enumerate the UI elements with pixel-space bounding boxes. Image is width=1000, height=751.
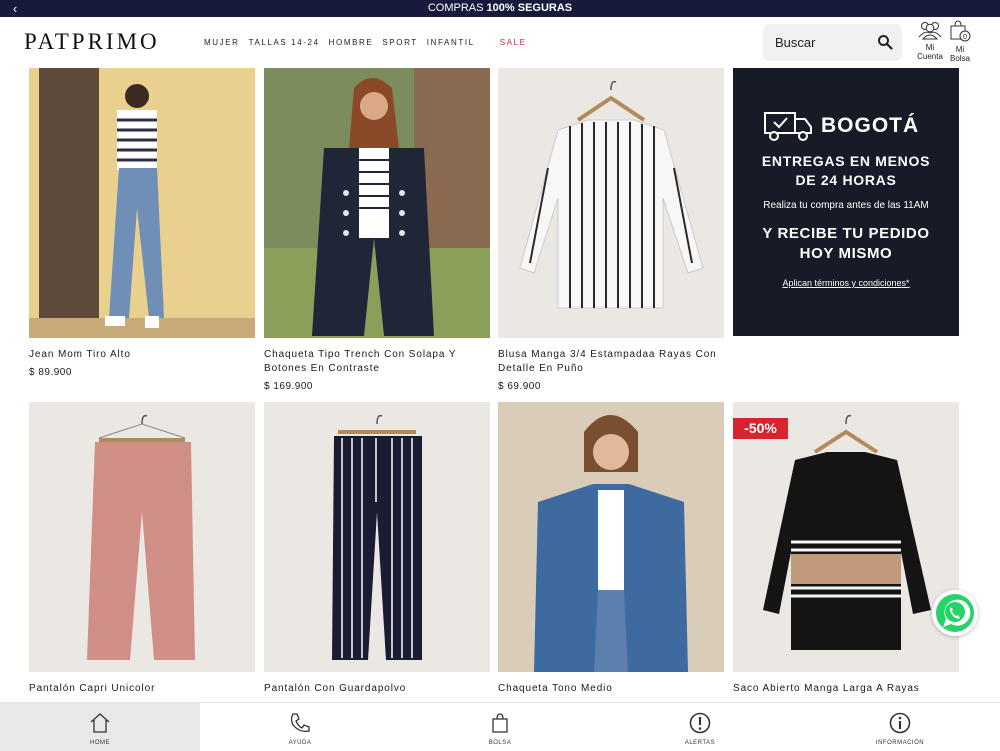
account-users-icon bbox=[918, 22, 942, 40]
product-price: $ 169.900 bbox=[264, 381, 313, 392]
nav-item-mujer[interactable]: MUJER bbox=[204, 38, 240, 47]
promo-terms-link[interactable]: Aplican términos y condiciones* bbox=[733, 278, 959, 288]
tab-home-label: HOME bbox=[90, 740, 110, 746]
product-card[interactable]: Pantalón Capri Unicolor bbox=[29, 402, 255, 696]
tab-home[interactable]: HOME bbox=[0, 703, 200, 751]
promo-headline-line-1: ENTREGAS EN MENOS bbox=[761, 153, 931, 169]
shopping-bag-icon: 0 bbox=[950, 20, 971, 42]
product-name[interactable]: Chaqueta Tono Medio bbox=[498, 682, 724, 696]
home-icon bbox=[90, 713, 110, 733]
product-image-trench[interactable] bbox=[264, 68, 490, 338]
top-banner-text-bold: 100% SEGURAS bbox=[486, 2, 573, 14]
search-input[interactable]: Buscar bbox=[763, 24, 902, 61]
product-name[interactable]: Pantalón Capri Unicolor bbox=[29, 682, 255, 696]
tab-bolsa[interactable]: BOLSA bbox=[400, 703, 600, 751]
nav-item-sale[interactable]: SALE bbox=[500, 38, 527, 47]
promo-callout: Y RECIBE TU PEDIDO HOY MISMO bbox=[733, 224, 959, 264]
product-card[interactable]: -50% Saco Abierto Manga Larga A Rayas bbox=[733, 402, 959, 696]
product-price: $ 89.900 bbox=[29, 367, 72, 378]
search-placeholder: Buscar bbox=[775, 35, 816, 50]
promo-headline: ENTREGAS EN MENOS DE 24 HORAS bbox=[733, 152, 959, 190]
promo-subtext: Realiza tu compra antes de las 11AM bbox=[763, 200, 929, 211]
product-photo bbox=[264, 68, 490, 338]
product-name[interactable]: Saco Abierto Manga Larga A Rayas bbox=[733, 682, 959, 696]
product-card[interactable]: Pantalón Con Guardapolvo bbox=[264, 402, 490, 696]
promo-city: BOGOTÁ bbox=[821, 114, 920, 137]
product-name[interactable]: Blusa Manga 3/4 Estampadaa Rayas Con Det… bbox=[498, 348, 724, 376]
tab-ayuda-label: AYUDA bbox=[288, 740, 312, 746]
product-image-jean[interactable] bbox=[29, 68, 255, 338]
tab-alertas-label: ALERTAS bbox=[684, 740, 716, 746]
main-nav: MUJER TALLAS 14-24 HOMBRE SPORT INFANTIL… bbox=[204, 38, 527, 47]
account-button[interactable]: Mi Cuenta bbox=[914, 19, 946, 61]
top-banner-text: COMPRAS bbox=[427, 2, 487, 14]
bag-count: 0 bbox=[963, 34, 967, 41]
product-photo bbox=[29, 68, 255, 338]
delivery-truck-icon bbox=[764, 112, 812, 141]
product-photo bbox=[87, 414, 195, 660]
product-card[interactable]: Chaqueta Tono Medio bbox=[498, 402, 724, 696]
header: PATPRIMO MUJER TALLAS 14-24 HOMBRE SPORT… bbox=[0, 17, 1000, 67]
bag-label-2: Bolsa bbox=[949, 54, 970, 63]
product-photo bbox=[332, 414, 422, 660]
product-card[interactable]: Chaqueta Tipo Trench Con Solapa Y Botone… bbox=[264, 68, 490, 392]
tab-informacion[interactable]: INFORMACIÓN bbox=[800, 703, 1000, 751]
alert-icon bbox=[689, 712, 711, 734]
account-label-2: Cuenta bbox=[917, 52, 943, 61]
product-name[interactable]: Pantalón Con Guardapolvo bbox=[264, 682, 490, 696]
top-banner: ‹ COMPRAS 100% SEGURAS bbox=[0, 0, 1000, 17]
product-card[interactable]: Jean Mom Tiro Alto $ 89.900 bbox=[29, 68, 255, 378]
product-image-blusa[interactable] bbox=[498, 68, 724, 338]
bag-icon bbox=[492, 713, 508, 733]
product-image-capri[interactable] bbox=[29, 402, 255, 672]
nav-item-infantil[interactable]: INFANTIL bbox=[427, 38, 475, 47]
back-arrow-icon[interactable]: ‹ bbox=[8, 0, 22, 17]
product-photo bbox=[498, 402, 724, 672]
account-label-1: Mi bbox=[925, 43, 935, 52]
search-icon[interactable] bbox=[877, 34, 893, 50]
tab-ayuda[interactable]: AYUDA bbox=[200, 703, 400, 751]
product-photo bbox=[519, 80, 704, 309]
site-logo[interactable]: PATPRIMO bbox=[24, 29, 160, 55]
promo-callout-line-1: Y RECIBE TU PEDIDO bbox=[762, 225, 930, 242]
whatsapp-button[interactable] bbox=[932, 590, 978, 636]
product-card[interactable]: Blusa Manga 3/4 Estampadaa Rayas Con Det… bbox=[498, 68, 724, 392]
promo-callout-line-2: HOY MISMO bbox=[799, 245, 893, 262]
tab-informacion-label: INFORMACIÓN bbox=[875, 740, 925, 746]
bag-label-1: Mi bbox=[955, 45, 965, 54]
product-image-saco-rayas[interactable]: -50% bbox=[733, 402, 959, 672]
info-icon bbox=[889, 712, 911, 734]
product-name[interactable]: Chaqueta Tipo Trench Con Solapa Y Botone… bbox=[264, 348, 490, 376]
tab-alertas[interactable]: ALERTAS bbox=[600, 703, 800, 751]
promo-headline-line-2: DE 24 HORAS bbox=[795, 172, 897, 188]
product-price: $ 69.900 bbox=[498, 381, 541, 392]
tab-bolsa-label: BOLSA bbox=[488, 740, 512, 746]
whatsapp-icon bbox=[936, 594, 974, 632]
nav-item-sport[interactable]: SPORT bbox=[382, 38, 417, 47]
bottom-tab-bar: HOME AYUDA BOLSA ALERTAS INFORMACIÓN bbox=[0, 702, 1000, 751]
nav-item-tallas[interactable]: TALLAS 14-24 bbox=[249, 38, 320, 47]
product-name[interactable]: Jean Mom Tiro Alto bbox=[29, 348, 255, 362]
discount-badge: -50% bbox=[733, 418, 788, 439]
product-photo bbox=[763, 414, 931, 650]
nav-item-hombre[interactable]: HOMBRE bbox=[329, 38, 374, 47]
promo-banner[interactable]: BOGOTÁ ENTREGAS EN MENOS DE 24 HORAS Rea… bbox=[733, 68, 959, 336]
phone-icon bbox=[290, 713, 310, 733]
product-image-chaqueta-jean[interactable] bbox=[498, 402, 724, 672]
bag-button[interactable]: 0 Mi Bolsa bbox=[948, 19, 972, 63]
product-image-pantalon-rayas[interactable] bbox=[264, 402, 490, 672]
